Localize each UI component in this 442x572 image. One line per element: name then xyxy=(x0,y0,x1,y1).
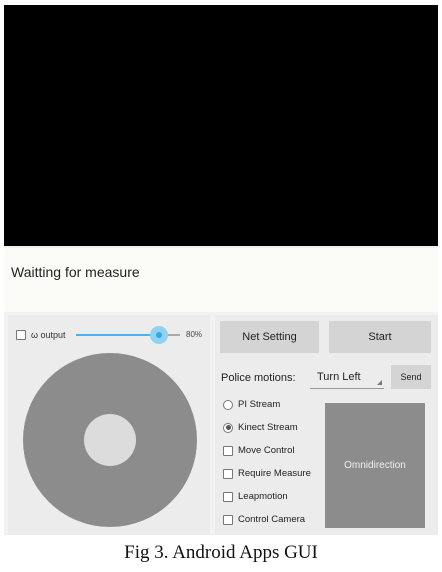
checkbox-box[interactable] xyxy=(223,445,233,456)
motion-control-panel: ω output 80% xyxy=(8,315,210,535)
figure-caption: Fig 3. Android Apps GUI xyxy=(124,542,318,563)
require-measure-checkbox[interactable]: Require Measure xyxy=(223,468,311,479)
radio-circle[interactable] xyxy=(223,399,233,410)
require-measure-label: Require Measure xyxy=(238,468,311,479)
status-text: Waitting for measure xyxy=(11,264,140,280)
radio-circle[interactable] xyxy=(223,422,233,433)
police-motions-dropdown[interactable]: Turn Left xyxy=(310,365,384,389)
checkbox-box[interactable] xyxy=(223,468,233,479)
police-motions-label: Police motions: xyxy=(221,372,296,384)
speed-slider[interactable] xyxy=(76,325,180,345)
dropdown-caret-icon xyxy=(377,380,382,385)
joystick-knob[interactable] xyxy=(84,414,136,466)
move-control-checkbox[interactable]: Move Control xyxy=(223,445,295,456)
leapmotion-checkbox[interactable]: Leapmotion xyxy=(223,491,288,502)
speed-value-label: 80% xyxy=(186,330,203,339)
kinect-stream-label: Kinect Stream xyxy=(238,422,298,433)
pi-stream-radio[interactable]: PI Stream xyxy=(223,399,280,410)
slider-fill xyxy=(76,334,160,336)
settings-panel: Net Setting Start Police motions: Turn L… xyxy=(215,315,438,535)
checkbox-box[interactable] xyxy=(223,514,233,525)
send-button[interactable]: Send xyxy=(391,365,431,389)
omega-output-checkbox[interactable]: ω output xyxy=(16,327,66,343)
omega-output-label: ω output xyxy=(31,330,66,340)
move-control-label: Move Control xyxy=(238,445,295,456)
control-camera-label: Control Camera xyxy=(238,514,306,525)
android-app-window: Waitting for measure ω output 80% Net Se… xyxy=(4,5,438,535)
leapmotion-label: Leapmotion xyxy=(238,491,288,502)
control-camera-checkbox[interactable]: Control Camera xyxy=(223,514,305,525)
net-setting-button[interactable]: Net Setting xyxy=(220,321,319,353)
checkbox-box[interactable] xyxy=(223,491,233,502)
status-area: Waitting for measure xyxy=(4,248,438,312)
omnidirection-button[interactable]: Omnidirection xyxy=(325,403,425,528)
police-motions-selected: Turn Left xyxy=(317,371,361,383)
start-button[interactable]: Start xyxy=(329,321,431,353)
pi-stream-label: PI Stream xyxy=(238,399,281,410)
joystick-pad[interactable] xyxy=(23,353,197,527)
video-stream-view xyxy=(4,5,438,246)
checkbox-box[interactable] xyxy=(16,330,26,340)
kinect-stream-radio[interactable]: Kinect Stream xyxy=(223,422,298,433)
slider-thumb[interactable] xyxy=(150,326,169,344)
